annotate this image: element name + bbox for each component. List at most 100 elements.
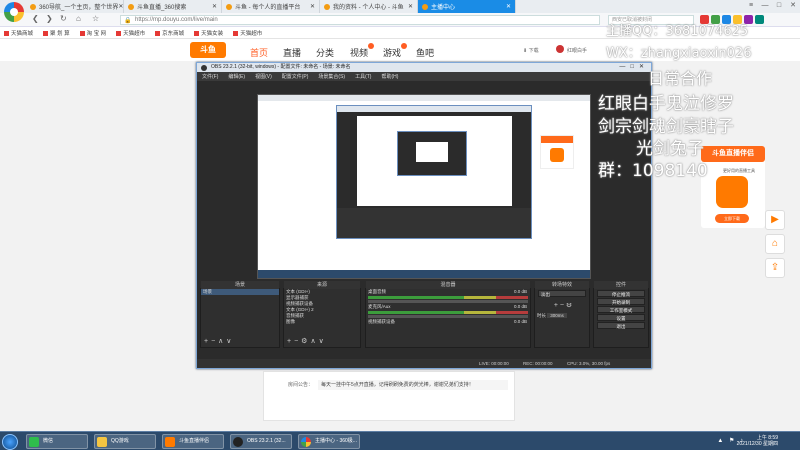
taskbar-item-obs[interactable]: OBS 23.2.1 (32...: [230, 434, 292, 449]
obs-logo-icon: [201, 65, 207, 71]
clock[interactable]: 上午 8:59 2021/12/30 星期四: [737, 435, 778, 447]
obs-statusbar: LIVE: 00:00:00 REC: 00:00:00 CPU: 3.0%, …: [197, 359, 651, 368]
home-icon[interactable]: ⌂: [76, 14, 81, 23]
announcement-text[interactable]: 每天一挂中午5点开直播，记得刷刷免费的荧光棒，谢谢兄弟们支持！: [318, 380, 508, 390]
forward-icon[interactable]: ❯: [46, 14, 53, 23]
taskbar-item-qqgame[interactable]: QQ游戏: [94, 434, 156, 449]
source-item[interactable]: 图像: [284, 319, 360, 325]
close-tab-icon[interactable]: ✕: [118, 3, 123, 10]
rec-timer: REC: 00:00:00: [523, 361, 553, 366]
close-window-icon[interactable]: ✕: [786, 0, 800, 12]
transitions-panel: 转场特效 淡出 + − ⚙ 时长 300ms: [534, 281, 590, 348]
obs-menu-help[interactable]: 帮助(H): [381, 73, 398, 80]
start-button[interactable]: [2, 434, 18, 450]
nested-obs-window: [336, 105, 532, 239]
taskbar-item-douyu-companion[interactable]: 斗鱼直播伴侣: [162, 434, 224, 449]
announcement-label: 房间公告：: [288, 382, 314, 388]
browser-tab[interactable]: 斗鱼直播_360搜索 ✕: [124, 0, 222, 13]
browser-tab[interactable]: 360导航_一个主页，整个世界 ✕: [26, 0, 124, 13]
nav-badge: [401, 43, 407, 49]
browser-logo-icon[interactable]: [4, 2, 24, 22]
scenes-toolbar[interactable]: +−∧∨: [204, 337, 234, 345]
settings-button[interactable]: 设置: [597, 314, 645, 321]
mixer-channel: 视频捕获设备 0.0 dB: [366, 319, 530, 325]
companion-promo: 斗鱼直播伴侣 更好用的直播工具 立即下载: [701, 146, 765, 228]
obs-window-controls[interactable]: —□✕: [619, 63, 649, 72]
douyu-logo[interactable]: 斗鱼: [190, 42, 226, 58]
nav-category[interactable]: 分类: [316, 46, 334, 59]
bookmark-item[interactable]: 天猫超市: [116, 29, 145, 37]
obs-menu-tools[interactable]: 工具(T): [355, 73, 371, 80]
start-recording-button[interactable]: 开始录制: [597, 298, 645, 305]
sources-panel: 来源 文本 (GDI+) 显示器捕获 视频捕获设备 文本 (GDI+) 2 音频…: [283, 281, 361, 348]
minimize-icon[interactable]: —: [758, 0, 772, 12]
obs-menu-edit[interactable]: 编辑(E): [228, 73, 245, 80]
browser-tab-active[interactable]: 主播中心 ✕: [418, 0, 516, 13]
back-icon[interactable]: ❮: [32, 14, 39, 23]
bookmark-item[interactable]: 淘 宝 网: [79, 29, 106, 37]
avatar[interactable]: [556, 45, 564, 53]
download-now-button[interactable]: 立即下载: [715, 214, 749, 223]
nav-video[interactable]: 视频: [350, 46, 368, 59]
overlay-classes-1: 红眼白手鬼泣修罗: [598, 94, 734, 114]
url-input[interactable]: 🔒 https://mp.douyu.com/live/main: [120, 15, 600, 25]
volume-slider[interactable]: [368, 300, 528, 303]
bookmark-label: 聚 划 算: [50, 31, 70, 37]
maximize-icon[interactable]: □: [772, 0, 786, 12]
obs-menu-profile[interactable]: 配置文件(P): [282, 73, 309, 80]
mixer-channel: 桌面音频 0.0 dB: [366, 289, 530, 303]
sources-toolbar[interactable]: +−⚙∧∨: [287, 337, 327, 345]
play-icon[interactable]: ▶: [765, 210, 785, 230]
promo-title: 斗鱼直播伴侣: [701, 146, 765, 162]
transition-toolbar[interactable]: + − ⚙: [535, 303, 589, 309]
bookmark-item[interactable]: 天猫超市: [233, 29, 262, 37]
star-icon[interactable]: ☆: [92, 14, 99, 23]
close-tab-icon[interactable]: ✕: [506, 3, 511, 10]
volume-slider[interactable]: [368, 315, 528, 318]
duration-input[interactable]: 300ms: [547, 313, 567, 318]
exit-button[interactable]: 退出: [597, 322, 645, 329]
url-text: https://mp.douyu.com/live/main: [135, 17, 218, 23]
obs-menu-view[interactable]: 视图(V): [255, 73, 272, 80]
overlay-group: 群：1098140: [598, 161, 708, 181]
home-side-icon[interactable]: ⌂: [765, 234, 785, 254]
browser-tab[interactable]: 斗鱼 - 每个人的直播平台 ✕: [222, 0, 320, 13]
nested-promo: [540, 135, 574, 169]
tab-favicon-icon: [324, 3, 330, 10]
obs-menu-file[interactable]: 文件(F): [202, 73, 218, 80]
bookmark-item[interactable]: 天猫商城: [4, 29, 33, 37]
menu-icon[interactable]: ≡: [744, 0, 758, 12]
taskbar-item-browser[interactable]: 主播中心 - 360极...: [298, 434, 360, 449]
room-announcement: 房间公告： 每天一挂中午5点开直播，记得刷刷免费的荧光棒，谢谢兄弟们支持！: [263, 371, 515, 421]
extension-icon[interactable]: [755, 15, 764, 24]
nav-live[interactable]: 直播: [283, 46, 301, 59]
volume-meter: [368, 311, 528, 314]
refresh-icon[interactable]: ↻: [60, 14, 67, 23]
bookmark-item[interactable]: 天猫女装: [194, 29, 223, 37]
download-link[interactable]: ⬇ 下载: [523, 47, 539, 54]
share-icon[interactable]: ⇪: [765, 258, 785, 278]
obs-preview-canvas[interactable]: [257, 94, 591, 279]
taskbar-label: 主播中心 - 360极...: [315, 438, 357, 444]
transition-select[interactable]: 淡出: [538, 290, 586, 297]
close-tab-icon[interactable]: ✕: [310, 3, 315, 10]
bookmark-item[interactable]: 京东商城: [155, 29, 184, 37]
stop-streaming-button[interactable]: 停止推流: [597, 290, 645, 297]
companion-app-icon[interactable]: [716, 176, 748, 208]
obs-icon: [233, 437, 243, 447]
taskbar-item-wechat[interactable]: 微信: [26, 434, 88, 449]
nav-home[interactable]: 首页: [250, 46, 268, 59]
nav-games[interactable]: 游戏: [383, 46, 401, 59]
obs-window[interactable]: OBS 23.2.1 (32-bit, windows) - 配置文件: 未命名…: [196, 62, 652, 369]
duration-row: 时长 300ms: [535, 313, 589, 319]
nav-fishbar[interactable]: 鱼吧: [416, 46, 434, 59]
bookmark-label: 天猫超市: [240, 31, 263, 37]
browser-tab[interactable]: 我的资料 - 个人中心 - 斗鱼 ✕: [320, 0, 418, 13]
bookmark-item[interactable]: 聚 划 算: [43, 29, 70, 37]
obs-menu-scenecollection[interactable]: 场景集合(S): [318, 73, 345, 80]
close-tab-icon[interactable]: ✕: [212, 3, 217, 10]
user-name[interactable]: 红眼白手: [567, 47, 587, 54]
studio-mode-button[interactable]: 工作室模式: [597, 306, 645, 313]
scene-item[interactable]: 场景: [201, 289, 279, 295]
close-tab-icon[interactable]: ✕: [408, 3, 413, 10]
